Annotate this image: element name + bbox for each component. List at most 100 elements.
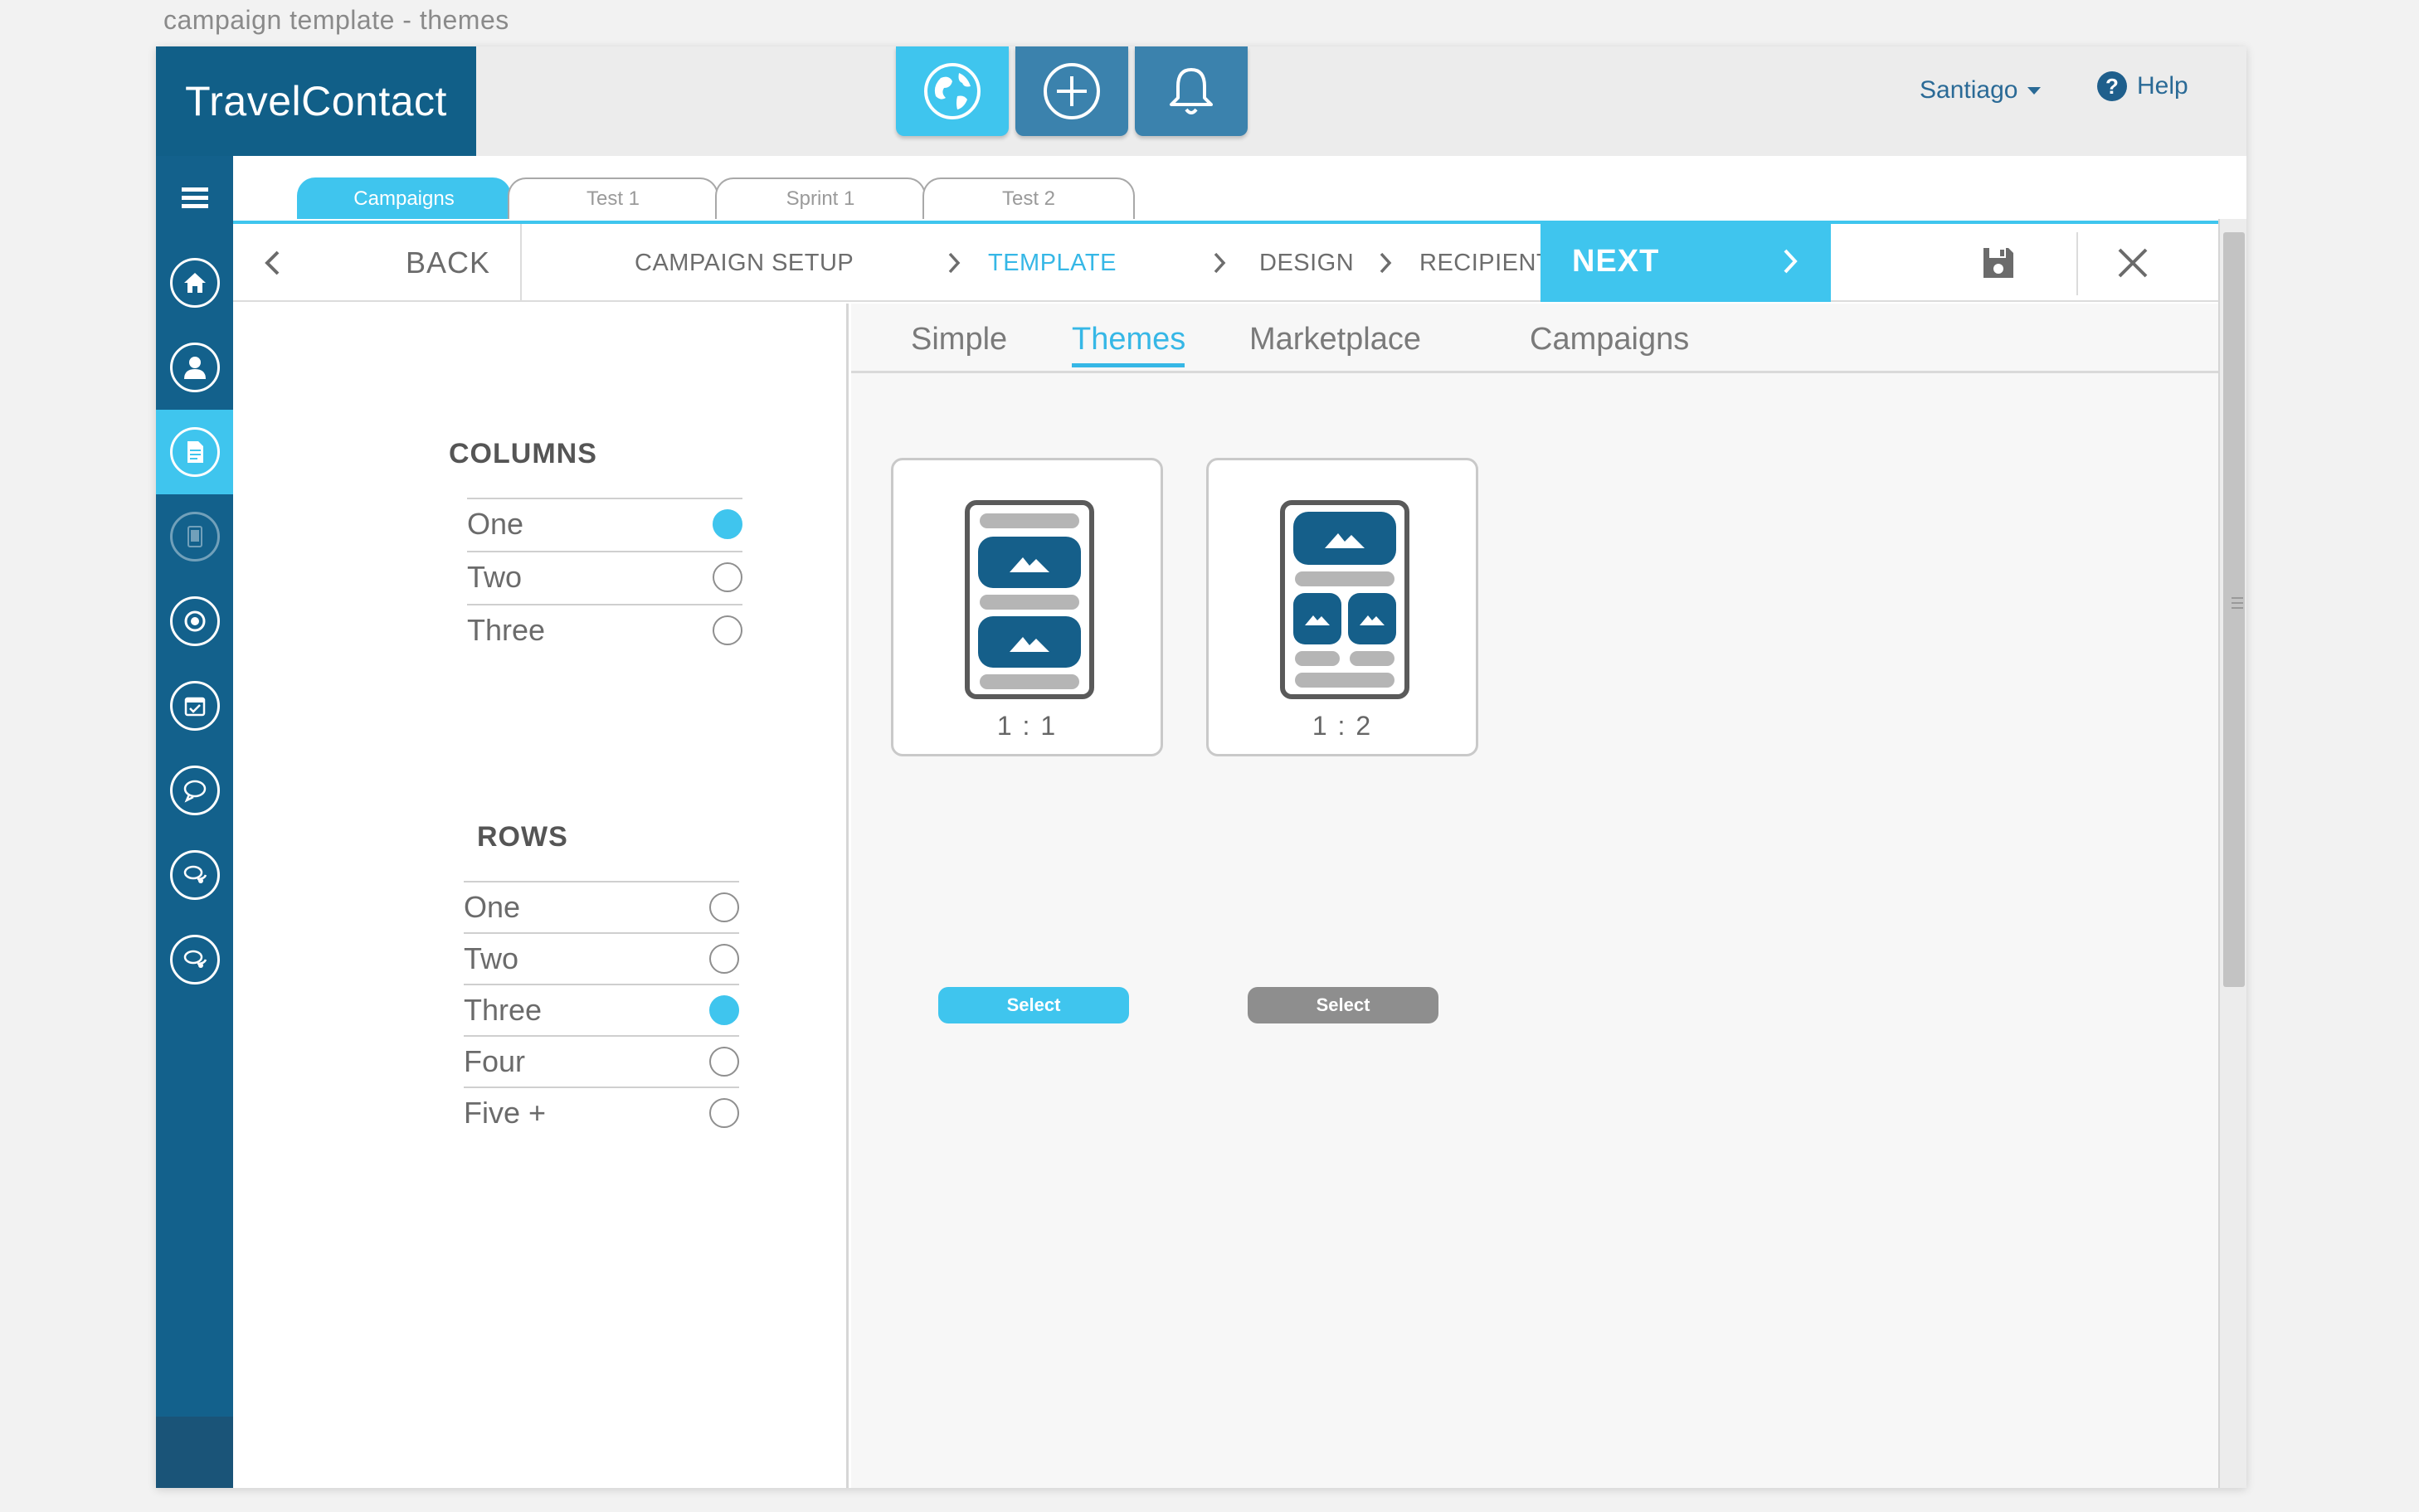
close-icon bbox=[2118, 248, 2148, 278]
columns-title: COLUMNS bbox=[449, 438, 597, 469]
help-icon: ? bbox=[2097, 71, 2127, 101]
theme-ratio-label: 1 : 1 bbox=[996, 711, 1058, 741]
calendar-icon bbox=[169, 681, 220, 731]
radio-button[interactable] bbox=[709, 944, 739, 974]
image-placeholder-icon bbox=[1293, 593, 1341, 644]
option-label: Two bbox=[464, 941, 519, 975]
select-theme-2-button[interactable]: Select bbox=[1248, 987, 1438, 1023]
theme-ratio-label: 1 : 2 bbox=[1312, 711, 1373, 741]
page-title: campaign template - themes bbox=[163, 5, 509, 35]
user-menu[interactable]: Santiago bbox=[1920, 76, 2042, 105]
logo[interactable]: TravelContact bbox=[156, 46, 476, 156]
active-tab-indicator bbox=[1072, 363, 1185, 367]
grip-line bbox=[2232, 597, 2243, 599]
chevron-right-icon bbox=[1378, 224, 1393, 302]
chat-group-icon bbox=[169, 850, 220, 900]
caret-down-icon bbox=[2027, 86, 2042, 95]
row-option-two[interactable]: Two bbox=[464, 932, 739, 984]
help-label: Help bbox=[2137, 72, 2188, 100]
image-placeholder-icon bbox=[1348, 593, 1396, 644]
grip-line bbox=[2232, 602, 2243, 604]
notifications-button[interactable] bbox=[1135, 46, 1248, 136]
column-option-three[interactable]: Three bbox=[467, 604, 742, 655]
tab-campaigns[interactable]: Campaigns bbox=[1530, 322, 1689, 357]
scrollbar[interactable] bbox=[2218, 219, 2246, 1488]
user-name: Santiago bbox=[1920, 76, 2018, 104]
user-icon bbox=[169, 343, 220, 392]
tab-test-2[interactable]: Test 2 bbox=[922, 177, 1135, 219]
menu-icon bbox=[181, 187, 208, 208]
bell-icon bbox=[1170, 68, 1213, 114]
image-placeholder-icon bbox=[1293, 512, 1396, 565]
app-window: TravelContact Santiago ? Help Campaigns … bbox=[156, 46, 2246, 1488]
sidebar-item-chat[interactable] bbox=[156, 748, 233, 833]
layout-preview bbox=[1280, 500, 1409, 699]
sidebar-item-menu[interactable] bbox=[156, 156, 233, 241]
step-campaign-setup[interactable]: CAMPAIGN SETUP bbox=[635, 224, 854, 302]
tab-sprint-1[interactable]: Sprint 1 bbox=[715, 177, 926, 219]
scrollbar-thumb[interactable] bbox=[2223, 232, 2245, 987]
radio-button[interactable] bbox=[709, 1047, 739, 1077]
toolbar-divider bbox=[2076, 232, 2078, 295]
globe-icon bbox=[924, 63, 981, 119]
image-placeholder-icon bbox=[978, 616, 1081, 668]
row-option-five-plus[interactable]: Five + bbox=[464, 1087, 739, 1138]
radio-button[interactable] bbox=[713, 509, 742, 539]
option-label: Two bbox=[467, 560, 523, 594]
add-button[interactable] bbox=[1015, 46, 1128, 136]
row-option-three[interactable]: Three bbox=[464, 984, 739, 1035]
back-button[interactable]: BACK bbox=[233, 224, 522, 302]
option-label: One bbox=[464, 890, 521, 924]
radio-button[interactable] bbox=[709, 892, 739, 922]
help-link[interactable]: ? Help bbox=[2097, 71, 2188, 101]
radio-button[interactable] bbox=[713, 615, 742, 645]
sidebar-item-targets[interactable] bbox=[156, 579, 233, 664]
layout-preview bbox=[965, 500, 1094, 699]
sidebar-item-home[interactable] bbox=[156, 241, 233, 325]
step-design[interactable]: DESIGN bbox=[1259, 224, 1354, 302]
theme-card-1-1[interactable]: 1 : 1 bbox=[891, 458, 1163, 756]
tab-themes[interactable]: Themes bbox=[1072, 322, 1185, 357]
sidebar-item-devices[interactable] bbox=[156, 494, 233, 579]
document-icon bbox=[169, 427, 220, 477]
wizard-nav-bar: BACK CAMPAIGN SETUP TEMPLATE DESIGN RECI… bbox=[233, 221, 2246, 302]
next-button[interactable]: NEXT bbox=[1540, 221, 1831, 302]
tab-campaigns[interactable]: Campaigns bbox=[297, 177, 511, 219]
option-label: One bbox=[467, 507, 524, 541]
option-label: Four bbox=[464, 1044, 526, 1078]
column-option-two[interactable]: Two bbox=[467, 551, 742, 602]
image-placeholder-icon bbox=[978, 537, 1081, 588]
select-theme-1-button[interactable]: Select bbox=[938, 987, 1129, 1023]
chat-icon bbox=[169, 766, 220, 815]
back-label: BACK bbox=[406, 246, 491, 280]
floppy-disk-icon bbox=[1983, 248, 2013, 278]
grip-line bbox=[2232, 607, 2243, 609]
option-label: Three bbox=[464, 993, 543, 1027]
chat-group-alt-icon bbox=[169, 935, 220, 985]
globe-button[interactable] bbox=[896, 46, 1009, 136]
sidebar-footer bbox=[156, 1417, 233, 1488]
home-icon bbox=[169, 258, 220, 308]
plus-circle-icon bbox=[1044, 63, 1100, 119]
sidebar-item-calendar[interactable] bbox=[156, 664, 233, 748]
radio-button[interactable] bbox=[713, 562, 742, 592]
tablet-icon bbox=[169, 512, 220, 562]
radio-button[interactable] bbox=[709, 995, 739, 1025]
row-option-one[interactable]: One bbox=[464, 881, 739, 932]
sidebar-item-contacts[interactable] bbox=[156, 325, 233, 410]
save-button[interactable] bbox=[1974, 224, 2023, 302]
sidebar-item-group-chat[interactable] bbox=[156, 833, 233, 917]
column-option-one[interactable]: One bbox=[467, 498, 742, 549]
tab-simple[interactable]: Simple bbox=[911, 322, 1007, 357]
radio-button[interactable] bbox=[709, 1098, 739, 1128]
sidebar-item-group-chat-alt[interactable] bbox=[156, 917, 233, 1002]
target-icon bbox=[169, 596, 220, 646]
row-option-four[interactable]: Four bbox=[464, 1035, 739, 1087]
sidebar bbox=[156, 156, 233, 1488]
tab-test-1[interactable]: Test 1 bbox=[508, 177, 718, 219]
close-button[interactable] bbox=[2100, 224, 2166, 302]
sidebar-item-templates[interactable] bbox=[156, 410, 233, 494]
tab-marketplace[interactable]: Marketplace bbox=[1249, 322, 1421, 357]
theme-card-1-2[interactable]: 1 : 2 bbox=[1206, 458, 1478, 756]
step-template[interactable]: TEMPLATE bbox=[988, 224, 1117, 302]
